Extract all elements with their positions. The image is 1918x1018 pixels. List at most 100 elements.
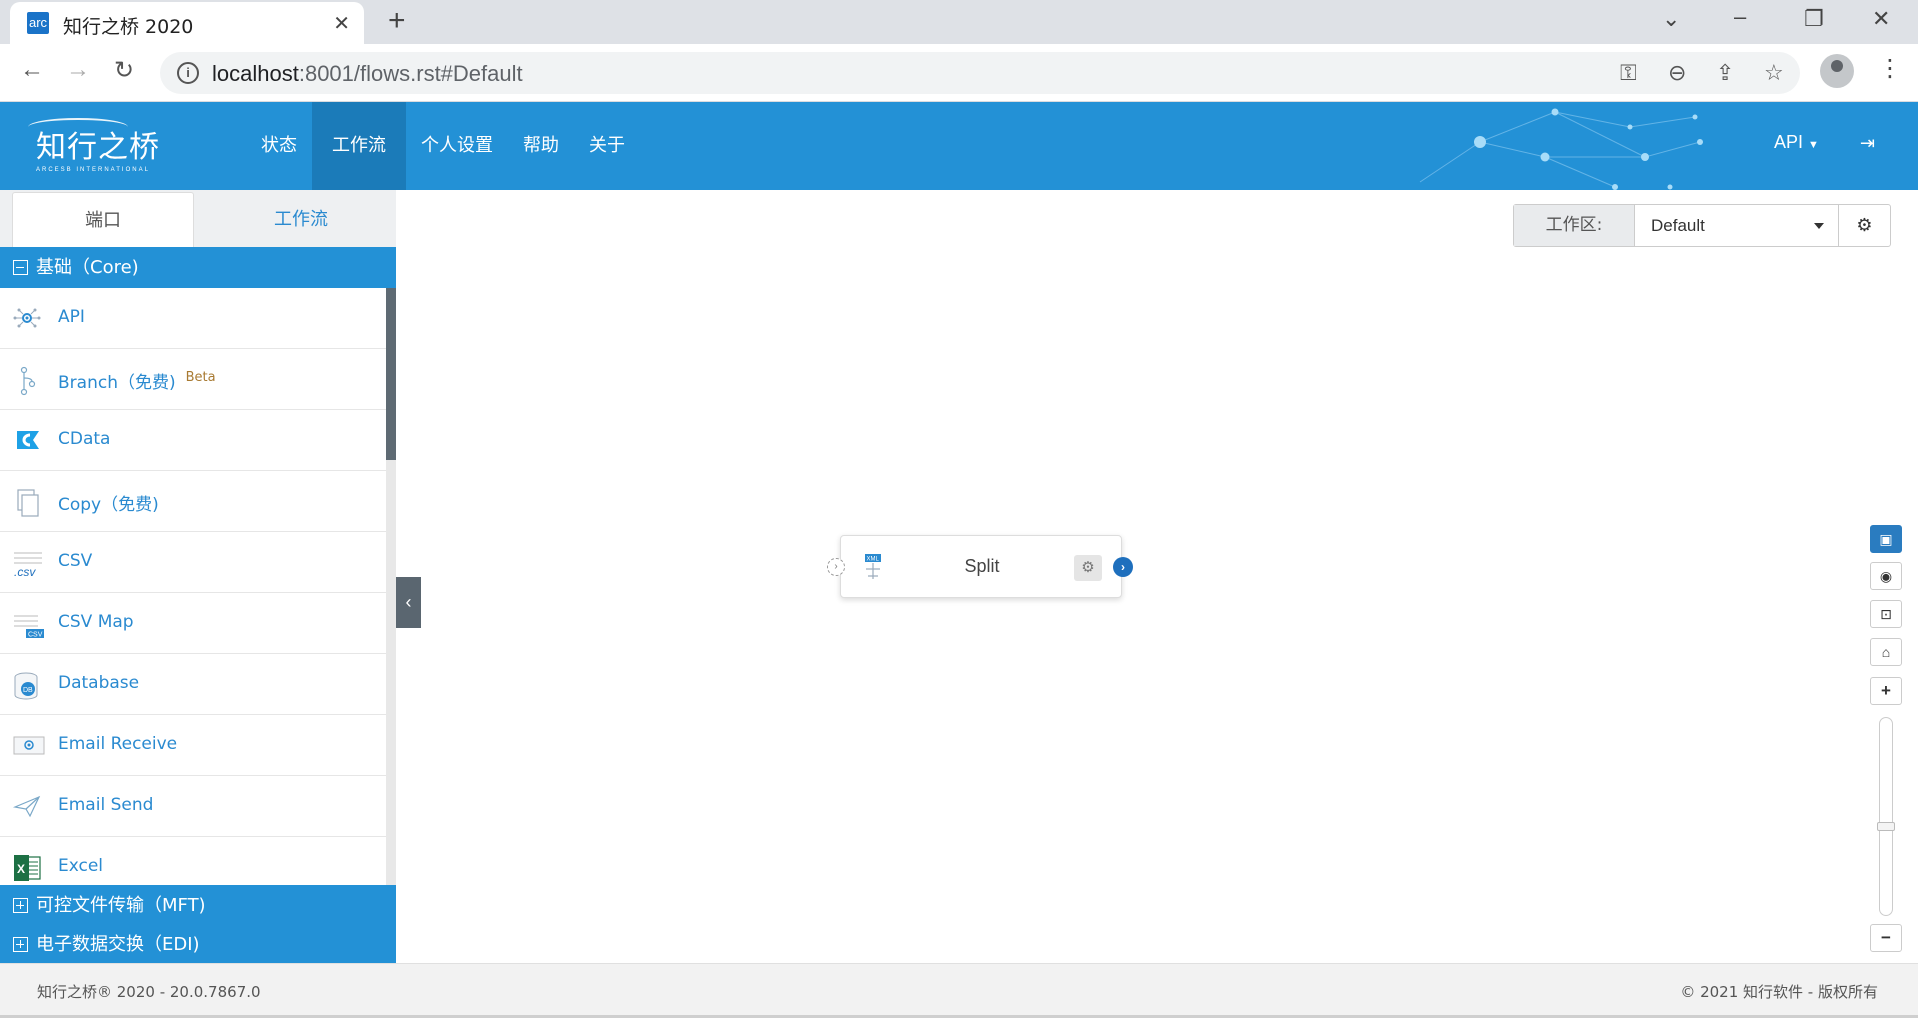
- item-label: Database: [58, 673, 140, 693]
- zoom-out-icon[interactable]: −: [1870, 924, 1902, 952]
- excel-icon: X: [12, 854, 42, 881]
- caret-down-icon: [1814, 223, 1824, 229]
- cdata-icon: [12, 427, 42, 453]
- zoom-in-icon[interactable]: +: [1870, 677, 1902, 705]
- nav-about[interactable]: 关于: [574, 102, 640, 190]
- caret-down-icon: ▼: [1808, 139, 1819, 151]
- list-item[interactable]: .csv CSV: [0, 532, 386, 593]
- profile-avatar[interactable]: [1820, 54, 1854, 88]
- list-item[interactable]: Email Receive: [0, 715, 386, 776]
- share-icon[interactable]: ⇪: [1716, 60, 1734, 86]
- forward-icon[interactable]: →: [66, 56, 90, 84]
- expand-icon: [13, 898, 28, 913]
- node-output-port[interactable]: ›: [1113, 557, 1133, 577]
- minimize-icon[interactable]: –: [1734, 4, 1746, 30]
- list-item[interactable]: Email Send: [0, 776, 386, 837]
- browser-menu-icon[interactable]: ⋮: [1878, 54, 1902, 83]
- group-mft-label: 可控文件传输（MFT): [36, 895, 206, 916]
- address-bar[interactable]: i localhost:8001/flows.rst#Default ⚿ ⊖ ⇪…: [160, 52, 1800, 94]
- api-dropdown[interactable]: API ▼: [1774, 132, 1819, 153]
- connector-panel: 端口 工作流 基础（Core) API Branch（免费) Beta CData: [0, 190, 396, 963]
- panel-collapse-button[interactable]: ‹: [396, 577, 421, 628]
- item-label: Branch（免费) Beta: [58, 368, 216, 393]
- nav-help[interactable]: 帮助: [508, 102, 574, 190]
- list-item[interactable]: API: [0, 288, 386, 349]
- workspace-settings-icon[interactable]: ⚙: [1838, 205, 1890, 246]
- csv-map-icon: CSV: [12, 610, 44, 639]
- list-item[interactable]: DB Database: [0, 654, 386, 715]
- browser-tab-bar: arc 知行之桥 2020 ✕ + ⌄ – ❐ ✕: [0, 0, 1918, 44]
- connector-list: API Branch（免费) Beta CData Copy（免费) .csv C…: [0, 288, 386, 885]
- bookmark-star-icon[interactable]: ☆: [1764, 60, 1784, 86]
- logo-subtitle: ARCESB INTERNATIONAL: [36, 167, 150, 173]
- item-label: CSV: [58, 551, 93, 571]
- zoom-icon[interactable]: ⊖: [1668, 60, 1686, 86]
- collapse-icon: [13, 260, 28, 275]
- nav-status[interactable]: 状态: [246, 102, 312, 190]
- network-decoration: [1419, 108, 1703, 190]
- group-edi-header[interactable]: 电子数据交换（EDI): [0, 926, 396, 963]
- workspace-dropdown[interactable]: Default: [1635, 205, 1838, 246]
- reload-icon[interactable]: ↻: [114, 56, 134, 85]
- list-item[interactable]: CSV CSV Map: [0, 593, 386, 654]
- zoom-slider-handle[interactable]: [1877, 822, 1895, 831]
- back-icon[interactable]: ←: [20, 56, 44, 84]
- group-mft-header[interactable]: 可控文件传输（MFT): [0, 885, 396, 926]
- url-path: :8001/flows.rst#Default: [298, 61, 523, 86]
- restore-icon[interactable]: ❐: [1804, 6, 1824, 32]
- tab-search-icon[interactable]: ⌄: [1662, 6, 1680, 32]
- database-icon: DB: [12, 671, 42, 700]
- favicon-icon: arc: [27, 12, 49, 34]
- zoom-slider-track[interactable]: [1879, 717, 1893, 916]
- key-icon[interactable]: ⚿: [1620, 60, 1637, 86]
- app-logo[interactable]: 知行之桥 ARCESB INTERNATIONAL: [36, 122, 160, 173]
- expand-icon: [13, 937, 28, 952]
- svg-text:.csv: .csv: [14, 565, 36, 579]
- save-icon[interactable]: ▣: [1870, 525, 1902, 553]
- logout-icon[interactable]: ⇥: [1860, 133, 1875, 154]
- main-nav: 状态 工作流 个人设置 帮助 关于: [246, 102, 640, 190]
- copyright-text: © 2021 知行软件 - 版权所有: [1680, 983, 1878, 1001]
- new-tab-icon[interactable]: +: [388, 6, 406, 36]
- tab-flows[interactable]: 工作流: [210, 192, 392, 247]
- list-item[interactable]: X Excel: [0, 837, 386, 885]
- workspace-value: Default: [1651, 216, 1705, 235]
- item-label: Email Send: [58, 795, 154, 815]
- fit-screen-icon[interactable]: ⊡: [1870, 600, 1902, 628]
- svg-text:DB: DB: [23, 687, 33, 694]
- group-edi-label: 电子数据交换（EDI): [36, 934, 200, 955]
- home-icon[interactable]: ⌂: [1870, 638, 1902, 666]
- url-text[interactable]: localhost:8001/flows.rst#Default: [212, 61, 523, 87]
- nav-profile[interactable]: 个人设置: [406, 102, 508, 190]
- item-label: Email Receive: [58, 734, 178, 754]
- csv-icon: .csv: [12, 549, 42, 579]
- node-settings-icon[interactable]: ⚙: [1074, 555, 1102, 581]
- tab-ports[interactable]: 端口: [12, 192, 194, 247]
- version-text: 知行之桥® 2020 - 20.0.7867.0: [37, 983, 261, 1001]
- branch-label: Branch（免费): [58, 373, 176, 393]
- item-label: Excel: [58, 856, 104, 876]
- url-host: localhost: [212, 61, 299, 86]
- nav-flows[interactable]: 工作流: [312, 102, 406, 190]
- list-item[interactable]: CData: [0, 410, 386, 471]
- browser-toolbar: ← → ↻ i localhost:8001/flows.rst#Default…: [0, 44, 1918, 102]
- tab-close-icon[interactable]: ✕: [333, 11, 350, 36]
- list-item[interactable]: Copy（免费): [0, 471, 386, 532]
- chevron-left-icon: ‹: [405, 592, 412, 612]
- item-label: CData: [58, 429, 111, 449]
- preview-eye-icon[interactable]: ◉: [1870, 562, 1902, 590]
- item-label: CSV Map: [58, 612, 134, 632]
- group-core-header[interactable]: 基础（Core): [0, 247, 396, 288]
- beta-badge: Beta: [185, 370, 216, 385]
- panel-tabs: 端口 工作流: [0, 190, 396, 247]
- window-close-icon[interactable]: ✕: [1872, 6, 1890, 32]
- app-header: 知行之桥 ARCESB INTERNATIONAL 状态 工作流 个人设置 帮助…: [0, 102, 1918, 190]
- browser-tab[interactable]: arc 知行之桥 2020 ✕: [10, 2, 364, 44]
- workspace-selector: 工作区: Default ⚙: [1513, 204, 1891, 247]
- site-info-icon[interactable]: i: [177, 62, 199, 84]
- list-scrollbar-thumb[interactable]: [386, 288, 396, 460]
- email-send-icon: [12, 793, 42, 819]
- svg-text:CSV: CSV: [28, 632, 43, 639]
- flow-node-split[interactable]: › XML Split ⚙ ›: [827, 535, 1133, 598]
- list-item[interactable]: Branch（免费) Beta: [0, 349, 386, 410]
